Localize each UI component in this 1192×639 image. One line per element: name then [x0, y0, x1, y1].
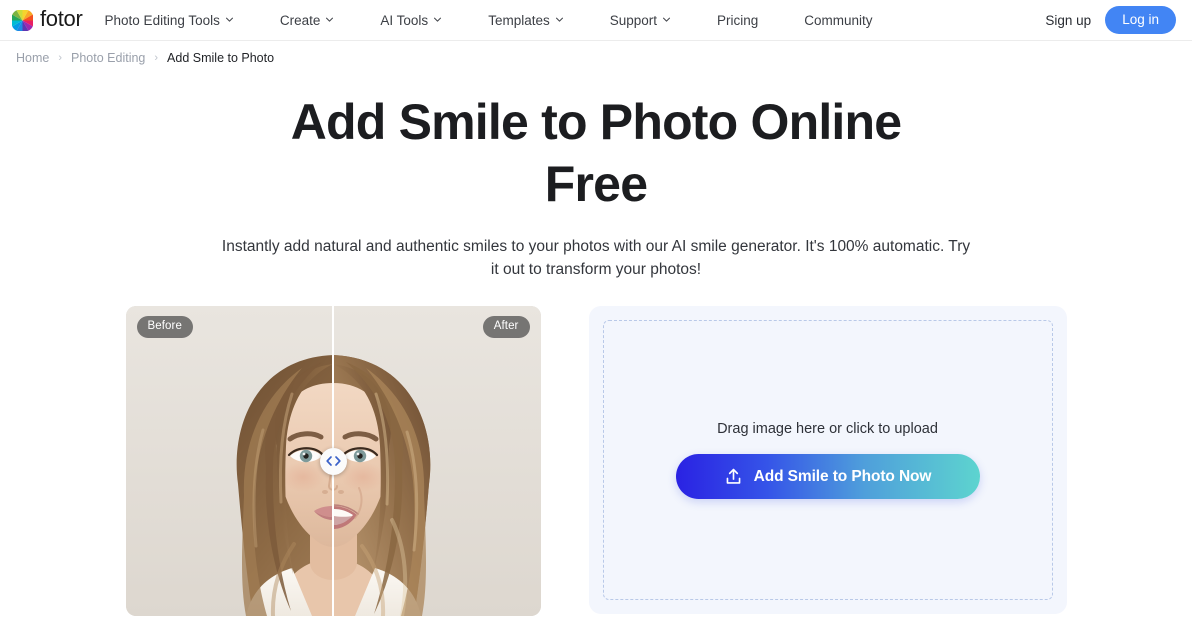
cta-button-label: Add Smile to Photo Now [753, 467, 932, 485]
chevron-down-icon [662, 15, 671, 24]
nav-item-photo-editing-tools[interactable]: Photo Editing Tools [105, 13, 234, 28]
nav-label: Photo Editing Tools [104, 12, 220, 28]
main-content: Before After Drag image here or click to… [0, 306, 1192, 616]
upload-panel: Drag image here or click to upload Add S… [588, 306, 1067, 614]
page-title: Add Smile to Photo Online Free [290, 94, 902, 212]
site-header: fotor Photo Editing Tools Create AI Tool… [0, 0, 1192, 41]
breadcrumb-item-photo-editing[interactable]: Photo Editing [71, 51, 145, 65]
hero-section: Add Smile to Photo Online Free Instantly… [0, 65, 1192, 281]
header-actions: Sign up Log in [1045, 5, 1176, 35]
chevron-down-icon [555, 15, 564, 24]
before-label-badge: Before [136, 316, 193, 338]
breadcrumb: Home › Photo Editing › Add Smile to Phot… [0, 41, 1192, 65]
nav-label: AI Tools [380, 12, 429, 28]
nav-label: Support [609, 12, 658, 28]
add-smile-to-photo-now-button[interactable]: Add Smile to Photo Now [675, 454, 980, 499]
dropzone-hint-text: Drag image here or click to upload [717, 421, 938, 437]
main-nav: Photo Editing Tools Create AI Tools Temp… [105, 13, 873, 28]
log-in-button[interactable]: Log in [1105, 5, 1176, 35]
comparison-slider-handle[interactable] [319, 447, 347, 475]
upload-dropzone[interactable]: Drag image here or click to upload Add S… [602, 320, 1053, 600]
breadcrumb-item-home[interactable]: Home [16, 51, 49, 65]
nav-item-templates[interactable]: Templates [488, 13, 564, 28]
breadcrumb-separator-icon: › [154, 52, 159, 64]
upload-icon [724, 467, 743, 486]
page-subtitle: Instantly add natural and authentic smil… [221, 238, 971, 278]
fotor-color-wheel-logo-icon [12, 9, 33, 31]
nav-label: Pricing [717, 12, 759, 28]
left-right-chevrons-icon [324, 455, 343, 467]
sign-up-link[interactable]: Sign up [1045, 13, 1091, 28]
nav-item-support[interactable]: Support [610, 13, 671, 28]
nav-item-ai-tools[interactable]: AI Tools [380, 13, 442, 28]
after-label-badge: After [482, 316, 530, 338]
chevron-down-icon [433, 15, 442, 24]
nav-item-create[interactable]: Create [280, 13, 335, 28]
chevron-down-icon [325, 15, 334, 24]
brand-logo[interactable]: fotor [12, 6, 83, 31]
nav-item-community[interactable]: Community [804, 13, 872, 28]
breadcrumb-separator-icon: › [58, 52, 63, 64]
nav-label: Create [279, 12, 321, 28]
breadcrumb-item-current: Add Smile to Photo [167, 51, 275, 65]
nav-label: Community [804, 12, 873, 28]
before-after-comparison[interactable]: Before After [125, 306, 541, 616]
nav-item-pricing[interactable]: Pricing [717, 13, 758, 28]
chevron-down-icon [225, 15, 234, 24]
nav-label: Templates [488, 12, 550, 28]
brand-name: fotor [40, 6, 83, 31]
